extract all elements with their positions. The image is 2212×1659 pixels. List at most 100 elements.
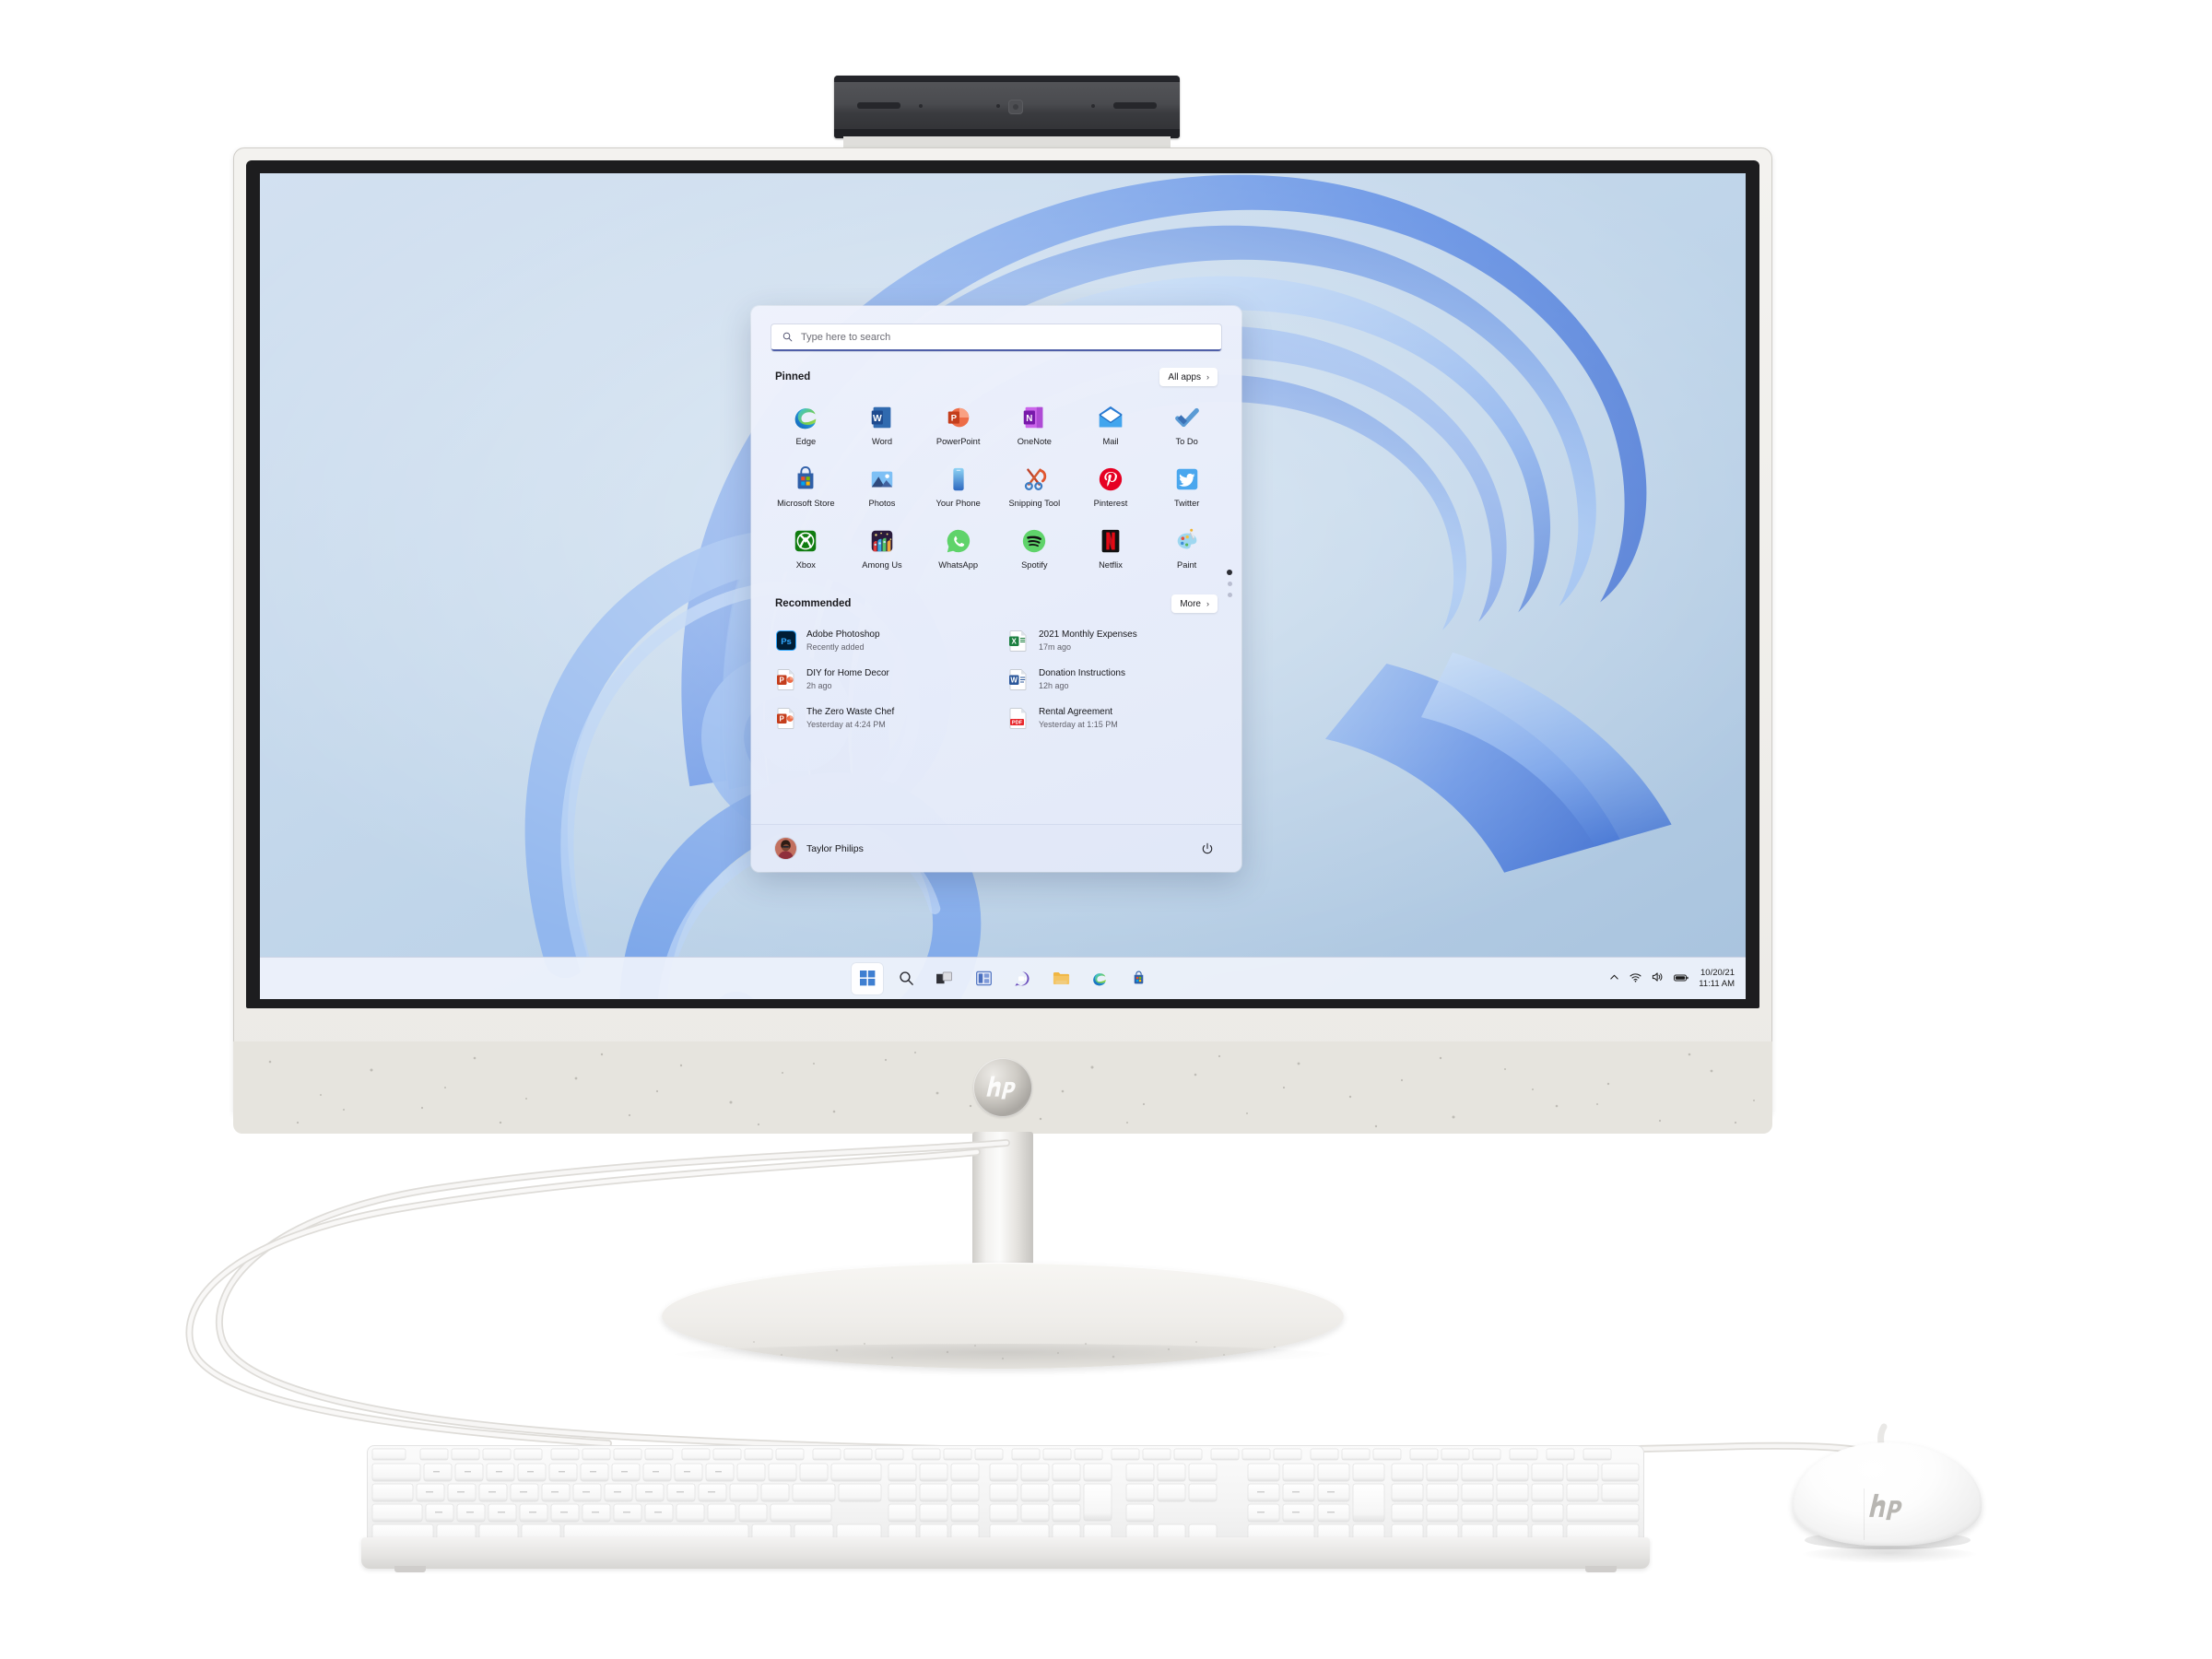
user-account-button[interactable]: Taylor Philips (775, 838, 864, 859)
pinned-app-word[interactable]: W Word (844, 397, 921, 451)
start-button[interactable] (852, 962, 883, 994)
recommended-title: Recommended (775, 598, 852, 609)
pinned-app-among-us[interactable]: Among Us (844, 521, 921, 574)
recommended-item-text: The Zero Waste Chef Yesterday at 4:24 PM (806, 706, 894, 730)
all-apps-label: All apps (1168, 371, 1201, 382)
pinned-app-label: Snipping Tool (1008, 499, 1061, 508)
recommended-item-title: Donation Instructions (1039, 668, 1125, 678)
recommended-item-title: Adobe Photoshop (806, 629, 880, 640)
microsoft-store-icon (1134, 971, 1143, 984)
pinned-app-microsoft-store[interactable]: Microsoft Store (768, 459, 844, 512)
recommended-item[interactable]: PDF Rental Agreement Yesterday at 1:15 P… (1000, 700, 1225, 735)
pinned-app-onenote[interactable]: N OneNote (996, 397, 1073, 451)
webcam-screw-right (1091, 104, 1095, 108)
task-view-button[interactable] (929, 963, 960, 994)
pinned-app-paint[interactable]: Paint (1148, 521, 1225, 574)
recommended-item[interactable]: X 2021 Monthly Expenses 17m ago (1000, 623, 1225, 658)
camera-lens-icon (1008, 100, 1023, 114)
photoshop-icon: Ps (775, 629, 797, 652)
clock[interactable]: 10/20/21 11:11 AM (1699, 968, 1735, 989)
pinned-app-whatsapp[interactable]: WhatsApp (920, 521, 996, 574)
mouse[interactable] (1793, 1442, 1982, 1558)
powerpoint-file-icon: P (775, 668, 797, 690)
pinned-app-mail[interactable]: Mail (1073, 397, 1149, 451)
page-dot-3[interactable] (1227, 593, 1232, 597)
edge-button[interactable] (1084, 963, 1115, 994)
pinned-app-edge[interactable]: Edge (768, 397, 844, 451)
pinned-app-pinterest[interactable]: Pinterest (1073, 459, 1149, 512)
power-button[interactable] (1197, 839, 1218, 859)
snipping-tool-icon (1020, 465, 1048, 493)
your-phone-icon (945, 465, 972, 493)
keyboard-keys (371, 1448, 1640, 1542)
pinned-app-spotify[interactable]: Spotify (996, 521, 1073, 574)
svg-text:X: X (1012, 638, 1018, 646)
recommended-item[interactable]: P DIY for Home Decor 2h ago (768, 662, 993, 697)
pinned-app-powerpoint[interactable]: P PowerPoint (920, 397, 996, 451)
pinned-app-label: PowerPoint (935, 437, 981, 446)
pinned-app-label: WhatsApp (938, 560, 979, 570)
webcam-mic-dot (996, 104, 1000, 108)
recommended-item[interactable]: W Donation Instructions 12h ago (1000, 662, 1225, 697)
power-icon (1202, 842, 1213, 853)
user-name: Taylor Philips (806, 842, 864, 854)
wifi-icon (1630, 972, 1641, 982)
store-button[interactable] (1123, 963, 1154, 994)
recommended-item[interactable]: Ps Adobe Photoshop Recently added (768, 623, 993, 658)
recommended-item[interactable]: P The Zero Waste Chef Yesterday at 4:24 … (768, 700, 993, 735)
pinned-app-todo[interactable]: To Do (1148, 397, 1225, 451)
all-apps-button[interactable]: All apps › (1159, 368, 1218, 386)
recommended-item-title: DIY for Home Decor (806, 668, 889, 678)
pinned-app-photos[interactable]: Photos (844, 459, 921, 512)
pinned-app-netflix[interactable]: Netflix (1073, 521, 1149, 574)
page-dot-2[interactable] (1227, 582, 1232, 586)
file-explorer-button[interactable] (1045, 963, 1077, 994)
start-menu-footer: Taylor Philips (751, 824, 1241, 872)
search-button[interactable] (890, 963, 922, 994)
recommended-item-subtitle: 17m ago (1039, 642, 1072, 652)
chevron-up-icon (1610, 974, 1618, 979)
widgets-button[interactable] (968, 963, 999, 994)
base-shadow (671, 1344, 1335, 1368)
recommended-item-subtitle: 2h ago (806, 681, 832, 690)
chat-button[interactable] (1006, 963, 1038, 994)
pinned-app-snipping-tool[interactable]: Snipping Tool (996, 459, 1073, 512)
pinned-app-label: Netflix (1099, 560, 1123, 570)
keyboard[interactable] (361, 1445, 1650, 1574)
start-menu[interactable]: Type here to search Pinned All apps › Ed… (751, 306, 1241, 872)
recommended-item-title: 2021 Monthly Expenses (1039, 629, 1137, 640)
excel-file-icon: X (1007, 629, 1030, 652)
pop-up-webcam (834, 76, 1180, 138)
recommended-item-subtitle: Yesterday at 4:24 PM (806, 720, 886, 729)
taskbar-center-group (852, 962, 1154, 994)
battery-button[interactable] (1674, 971, 1688, 987)
paint-icon (1173, 527, 1201, 555)
todo-icon (1173, 404, 1201, 431)
more-button[interactable]: More › (1171, 594, 1218, 613)
teams-chat-icon (1015, 971, 1030, 986)
search-icon (782, 332, 793, 342)
pinned-app-label: Among Us (862, 560, 902, 570)
onenote-icon: N (1020, 404, 1048, 431)
product-photo-scene: Type here to search Pinned All apps › Ed… (0, 0, 2212, 1659)
page-dot-1[interactable] (1227, 570, 1232, 575)
start-search-area: Type here to search (751, 306, 1241, 351)
word-icon: W (868, 404, 896, 431)
pinned-app-xbox[interactable]: Xbox (768, 521, 844, 574)
pinned-app-twitter[interactable]: Twitter (1148, 459, 1225, 512)
pinned-page-indicator[interactable] (1227, 570, 1232, 597)
wifi-button[interactable] (1630, 971, 1641, 987)
hp-logo-icon (1864, 1483, 1912, 1531)
pinned-app-your-phone[interactable]: Your Phone (920, 459, 996, 512)
powerpoint-icon: P (945, 404, 972, 431)
pinned-header: Pinned All apps › (751, 351, 1241, 386)
svg-text:P: P (780, 715, 785, 724)
search-input[interactable]: Type here to search (771, 324, 1221, 351)
display-screen: Type here to search Pinned All apps › Ed… (260, 173, 1746, 999)
tray-expand-button[interactable] (1609, 971, 1619, 987)
edge-icon (1093, 972, 1106, 985)
volume-button[interactable] (1652, 971, 1664, 987)
svg-text:W: W (1010, 677, 1018, 685)
pinned-title: Pinned (775, 371, 811, 382)
word-file-icon: W (1007, 668, 1030, 690)
